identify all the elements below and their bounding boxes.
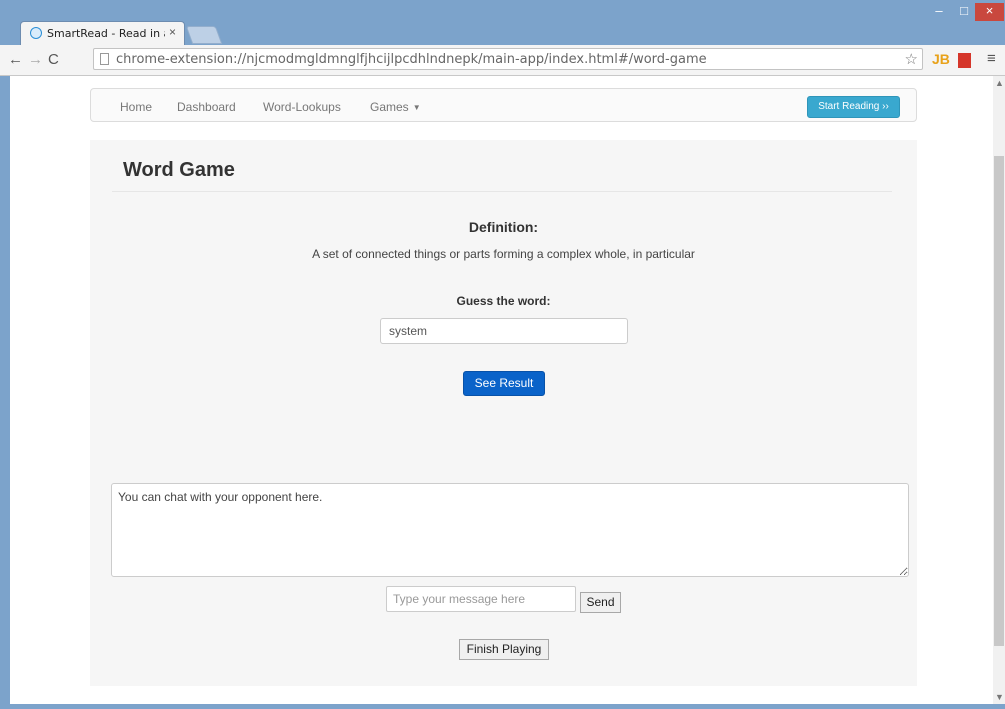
tab-close-icon[interactable]: × <box>169 25 176 39</box>
back-arrow-icon[interactable]: ← <box>8 51 23 68</box>
guess-label: Guess the word: <box>456 294 551 308</box>
page-icon <box>100 53 109 65</box>
start-reading-button[interactable]: Start Reading ›› <box>807 96 900 118</box>
browser-toolbar: ← → C chrome-extension://njcmodmgldmnglf… <box>0 45 1005 76</box>
address-bar[interactable]: chrome-extension://njcmodmgldmnglfjhcijl… <box>93 48 923 70</box>
browser-menu-icon[interactable]: ≡ <box>987 50 996 67</box>
nav-games-label: Games <box>370 100 409 114</box>
browser-tab[interactable]: SmartRead - Read in a sm × <box>20 21 185 45</box>
tab-title: SmartRead - Read in a sm <box>47 27 165 40</box>
title-divider <box>112 191 892 192</box>
forward-arrow-icon[interactable]: → <box>28 51 43 68</box>
nav-dashboard-link[interactable]: Dashboard <box>177 100 236 114</box>
chat-box[interactable]: You can chat with your opponent here. <box>111 483 909 577</box>
vertical-scrollbar[interactable]: ▲ ▼ <box>993 76 1005 704</box>
new-tab-button[interactable] <box>185 26 223 44</box>
page-viewport: Home Dashboard Word-Lookups Games ▼ Start… <box>10 76 993 704</box>
nav-home-link[interactable]: Home <box>120 100 152 114</box>
jetbrains-extension-icon[interactable]: JB <box>932 51 950 67</box>
reload-icon[interactable]: C <box>48 51 59 68</box>
scroll-down-icon[interactable]: ▼ <box>995 692 1004 702</box>
send-button[interactable]: Send <box>580 592 621 613</box>
nav-word-lookups-link[interactable]: Word-Lookups <box>263 100 341 114</box>
book-extension-icon[interactable] <box>958 53 971 68</box>
definition-text: A set of connected things or parts formi… <box>312 247 695 261</box>
finish-playing-button[interactable]: Finish Playing <box>459 639 549 660</box>
word-game-panel: Word Game Definition: A set of connected… <box>90 140 917 686</box>
nav-games-dropdown[interactable]: Games ▼ <box>370 100 421 114</box>
close-window-button[interactable]: × <box>975 3 1004 21</box>
minimize-button[interactable]: – <box>928 3 950 21</box>
definition-label: Definition: <box>468 219 539 235</box>
message-input[interactable] <box>386 586 576 612</box>
scroll-up-icon[interactable]: ▲ <box>995 78 1004 88</box>
bookmark-star-icon[interactable]: ☆ <box>905 50 918 68</box>
page-title: Word Game <box>123 159 235 181</box>
guess-input[interactable] <box>380 318 628 344</box>
window-titlebar: SmartRead - Read in a sm × – □ × <box>0 0 1005 45</box>
globe-icon <box>30 27 42 39</box>
app-navbar: Home Dashboard Word-Lookups Games ▼ Start… <box>90 88 917 122</box>
see-result-button[interactable]: See Result <box>463 371 545 396</box>
scroll-thumb[interactable] <box>994 156 1004 646</box>
url-text: chrome-extension://njcmodmgldmnglfjhcijl… <box>116 52 707 67</box>
caret-down-icon: ▼ <box>412 103 421 112</box>
maximize-button[interactable]: □ <box>953 3 975 21</box>
